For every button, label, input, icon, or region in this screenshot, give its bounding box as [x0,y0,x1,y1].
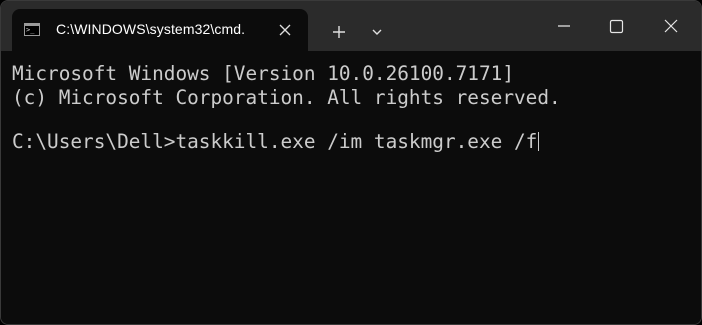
new-tab-button[interactable] [324,18,354,46]
minimize-button[interactable] [541,1,587,51]
cmd-icon: >_ [24,23,40,36]
plus-icon [333,26,345,38]
profiles-dropdown-button[interactable] [363,18,391,46]
command-text: C:\Users\Dell>taskkill.exe /im taskmgr.e… [12,130,538,153]
tab-close-button[interactable] [274,19,296,41]
tab-title: C:\WINDOWS\system32\cmd. [56,21,246,37]
terminal-output[interactable]: Microsoft Windows [Version 10.0.26100.71… [1,51,701,324]
terminal-line: Microsoft Windows [Version 10.0.26100.71… [12,62,514,85]
tab-cmd[interactable]: >_ C:\WINDOWS\system32\cmd. [12,9,308,51]
text-cursor [538,132,540,151]
close-icon [279,24,291,36]
terminal-line: (c) Microsoft Corporation. All rights re… [12,86,561,109]
terminal-window: >_ C:\WINDOWS\system32\cmd. Microsoft Wi… [0,0,702,325]
close-icon [664,19,678,33]
close-button[interactable] [655,1,701,51]
maximize-icon [609,19,624,34]
command-line[interactable]: C:\Users\Dell>taskkill.exe /im taskmgr.e… [12,130,540,154]
chevron-down-icon [372,29,382,35]
title-bar[interactable]: >_ C:\WINDOWS\system32\cmd. [1,1,701,51]
maximize-button[interactable] [593,1,639,51]
minimize-icon [558,25,570,27]
